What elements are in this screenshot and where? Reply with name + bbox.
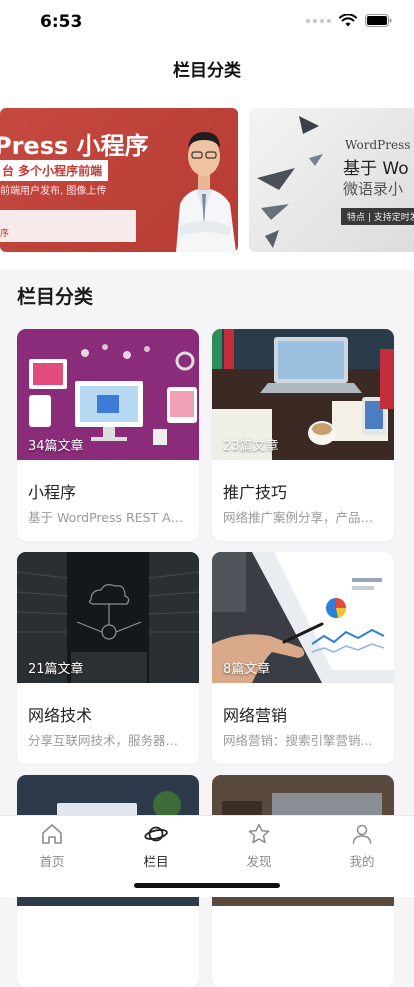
banner-brand: WordPress [345,138,411,152]
user-icon [352,824,372,844]
nav-bar: 栏目分类 [0,44,414,92]
tab-label: 我的 [349,854,375,869]
banner-footer-box: 序 [0,210,136,242]
banner-subtitle: 微语录小 [343,180,404,198]
banner-tag: 特点 | 支持定时发 [341,208,414,225]
category-description: 网络营销：搜索引擎营销... [223,733,373,748]
tab-label: 栏目 [143,854,169,869]
category-title: 推广技巧 [223,483,288,502]
banner-graphic [257,116,323,248]
category-card-network-marketing[interactable]: 8篇文章 网络营销 网络营销：搜索引擎营销... [212,552,394,764]
category-description: 分享互联网技术，服务器运维... [28,733,190,748]
star-icon [248,823,270,844]
category-card-promotion[interactable]: 23篇文章 推广技巧 网络推广案例分享，产品推广... [212,329,394,541]
section-title: 栏目分类 [17,286,94,308]
presenter-image [176,132,236,252]
banner-carousel[interactable]: Press 小程序 台 多个小程序前端 前端用户发布, 图像上传 序 WordP… [0,92,414,270]
category-description: 网络推广案例分享，产品推广... [223,510,385,525]
category-count: 23篇文章 [223,439,279,454]
home-indicator [134,883,280,888]
category-description: 基于 WordPress REST API... [28,510,190,525]
category-card-network-tech[interactable]: 21篇文章 网络技术 分享互联网技术，服务器运维... [17,552,199,764]
tab-category[interactable]: 栏目 [121,822,191,870]
status-icons [306,14,392,27]
category-count: 21篇文章 [28,662,84,677]
banner-slide-weiyulu[interactable]: WordPress 基于 Wo 微语录小 特点 | 支持定时发 [249,108,414,252]
wifi-icon [339,14,357,27]
category-title: 小程序 [28,483,77,502]
tab-discover[interactable]: 发现 [224,822,294,870]
signal-icon [306,18,331,23]
category-card-miniprogram[interactable]: 34篇文章 小程序 基于 WordPress REST API... [17,329,199,541]
banner-subtitle: 台 多个小程序前端 [0,160,109,181]
banner-footer-text: 序 [0,229,10,239]
planet-icon [144,826,168,842]
status-time: 6:53 [40,12,83,32]
page-title: 栏目分类 [173,61,241,81]
category-count: 34篇文章 [28,439,84,454]
tab-label: 首页 [39,854,65,869]
tab-label: 发现 [246,854,272,869]
banner-title: Press 小程序 [0,132,149,160]
status-bar: 6:53 [0,0,414,44]
home-icon [42,824,62,844]
banner-slide-miniprogram[interactable]: Press 小程序 台 多个小程序前端 前端用户发布, 图像上传 序 [0,108,238,252]
category-title: 网络营销 [223,706,288,725]
battery-icon [365,14,392,27]
tab-profile[interactable]: 我的 [327,822,397,870]
banner-description: 前端用户发布, 图像上传 [0,186,107,197]
category-count: 8篇文章 [223,662,271,677]
banner-title: 基于 Wo [343,159,409,179]
category-title: 网络技术 [28,706,93,725]
tab-home[interactable]: 首页 [17,822,87,870]
